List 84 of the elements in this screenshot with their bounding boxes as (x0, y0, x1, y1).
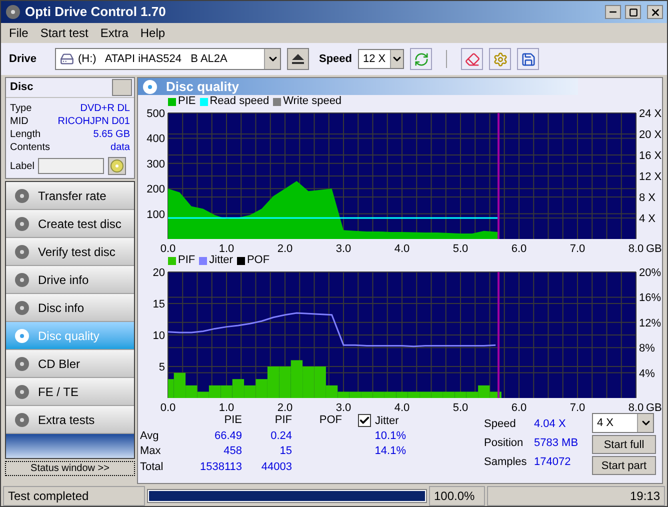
x-tick-label: 2.0 (277, 402, 293, 413)
row-label: Total (140, 460, 164, 474)
label-field-label: Label (10, 160, 34, 172)
x-axis-unit: GB (646, 402, 662, 413)
legend-label: Write speed (283, 95, 342, 108)
table-cell-text: 0.24 (270, 428, 292, 444)
y-tick-label: 4 X (639, 213, 656, 225)
legend-label: Jitter (209, 254, 233, 267)
y-tick-label: 8 X (639, 192, 656, 204)
x-tick-label: 4.0 (394, 243, 410, 254)
y-tick-label: 8% (639, 342, 655, 355)
speed-label: Speed (319, 52, 352, 67)
x-tick-label: 7.0 (570, 402, 586, 413)
panel-title: Disc quality (166, 78, 239, 96)
stat-value: 174072 (534, 455, 572, 469)
y-tick-label: 5 (158, 362, 165, 374)
table-cell-text: 14.1% (374, 444, 406, 459)
y-tick-label: 15 (152, 298, 165, 310)
info-value: RICOHJPN D01 (58, 115, 130, 128)
x-tick-label: 8.0 (628, 243, 644, 254)
stat-label: Position (484, 436, 524, 450)
status-time: 19:13 (487, 486, 665, 506)
x-axis-unit: GB (646, 243, 662, 254)
info-value: DVD+R DL (80, 102, 130, 115)
info-value: 5.65 GB (93, 128, 130, 141)
y-tick-label: 20 X (639, 129, 662, 141)
stat-value: 4.04 X (534, 417, 567, 431)
table-cell-text: 1538113 (198, 460, 242, 474)
y-tick-label: 10 (152, 330, 165, 342)
x-tick-label: 0.0 (160, 243, 176, 254)
table-cell-text: 10.1% (374, 428, 406, 444)
x-tick-label: 5.0 (452, 402, 468, 413)
y-tick-label: 20 (152, 267, 165, 279)
y-tick-label: 12% (639, 317, 662, 330)
table-cell-text: 15 (278, 444, 292, 459)
y-tick-label: 500 (146, 108, 165, 120)
window-title: Opti Drive Control 1.70 (25, 3, 167, 22)
column-header: PIF (274, 413, 292, 428)
x-tick-label: 4.0 (394, 402, 410, 413)
jitter-label: Jitter (375, 414, 399, 428)
y-tick-label: 4% (639, 368, 655, 380)
table-cell-text: 458 (222, 444, 242, 459)
row-label: Avg (140, 428, 160, 444)
stat-label: Samples (484, 455, 528, 469)
y-tick-label: 100 (146, 208, 165, 221)
x-tick-label: 3.0 (336, 402, 352, 413)
x-tick-label: 1.0 (218, 243, 234, 254)
column-header: POF (318, 413, 342, 428)
progress-percent: 100.0% (429, 486, 485, 506)
x-tick-label: 2.0 (277, 243, 293, 254)
stat-label: Speed (484, 417, 517, 431)
x-tick-label: 5.0 (452, 243, 468, 254)
legend-label: PIE (178, 95, 196, 108)
status-message: Test completed (3, 486, 145, 506)
disc-panel-title: Disc (9, 80, 34, 96)
table-cell-text: 66.49 (213, 428, 242, 444)
x-tick-label: 8.0 (628, 402, 644, 413)
y-tick-label: 16 X (639, 150, 662, 162)
y-tick-label: 12 X (639, 171, 662, 183)
info-label: MID (10, 115, 28, 128)
y-tick-label: 200 (146, 184, 165, 196)
info-label: Type (10, 102, 32, 115)
stat-value: 5783 MB (534, 436, 580, 450)
y-tick-label: 300 (146, 158, 165, 170)
y-tick-label: 16% (639, 292, 662, 304)
x-tick-label: 1.0 (218, 402, 234, 413)
x-tick-label: 6.0 (511, 402, 527, 413)
info-label: Length (10, 128, 41, 141)
x-tick-label: 3.0 (336, 243, 352, 254)
info-value: data (110, 141, 130, 154)
row-label: Max (140, 444, 162, 459)
y-tick-label: 20% (639, 267, 662, 279)
column-header: PIE (223, 413, 242, 428)
x-tick-label: 7.0 (570, 243, 586, 254)
table-cell-text: 44003 (260, 460, 292, 474)
legend-label: PIF (178, 254, 196, 267)
y-tick-label: 24 X (639, 108, 662, 120)
x-tick-label: 6.0 (511, 243, 527, 254)
info-label: Contents (10, 141, 50, 154)
drive-label: Drive (9, 52, 38, 67)
legend-label: Read speed (210, 95, 270, 108)
x-tick-label: 0.0 (160, 402, 176, 413)
legend-label: POF (246, 254, 270, 267)
y-tick-label: 400 (146, 133, 165, 146)
